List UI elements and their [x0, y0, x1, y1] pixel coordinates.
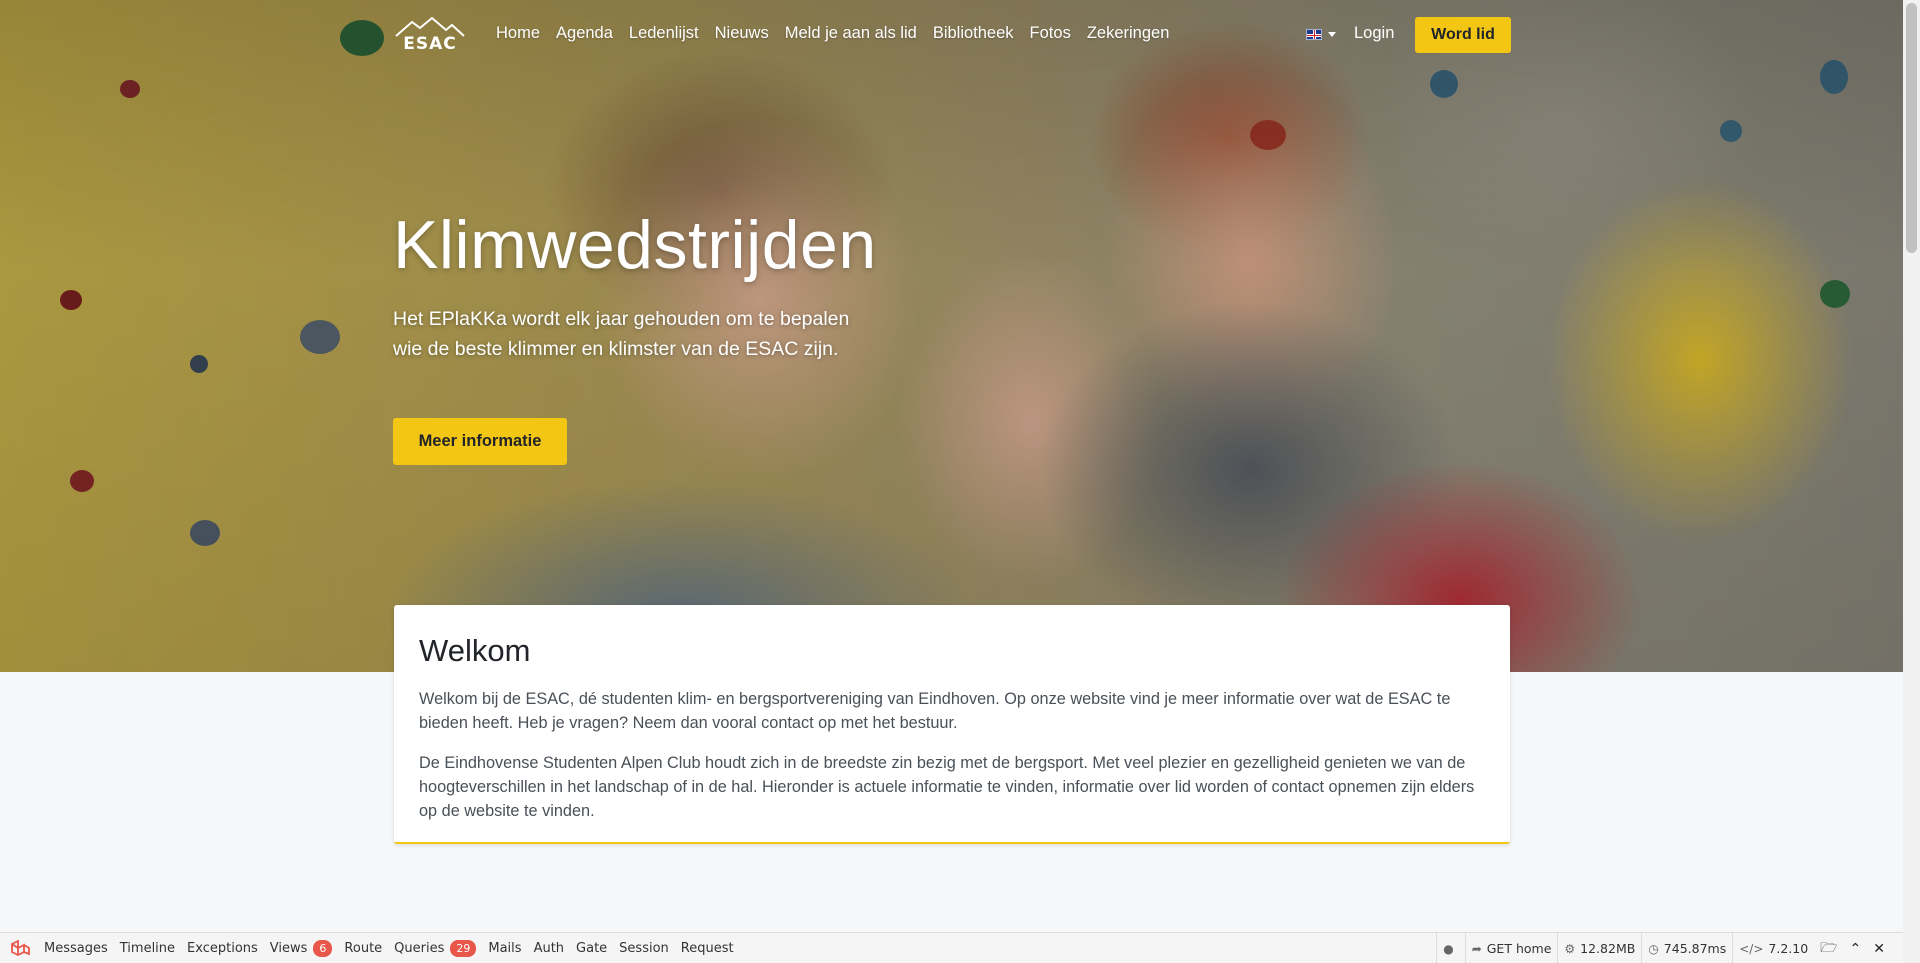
share-icon: ➦: [1471, 941, 1482, 956]
climbing-hold: [60, 290, 82, 310]
logo-text: ESAC: [403, 34, 457, 54]
debug-tab-request[interactable]: Request: [681, 941, 734, 956]
login-link[interactable]: Login: [1354, 24, 1394, 43]
climbing-hold: [190, 520, 220, 546]
word-lid-button[interactable]: Word lid: [1415, 17, 1511, 53]
php-version-value: 7.2.10: [1768, 941, 1809, 956]
nav-item-meld-aan[interactable]: Meld je aan als lid: [785, 24, 917, 43]
scrollbar-thumb[interactable]: [1906, 3, 1917, 253]
hero-text: Het EPlaKKa wordt elk jaar gehouden om t…: [393, 308, 850, 360]
nav-item-nieuws[interactable]: Nieuws: [715, 24, 769, 43]
debug-metrics: ● ➦ GET home ⚙ 12.82MB ◷ 745.87ms </> 7.…: [1436, 933, 1891, 963]
meer-informatie-button[interactable]: Meer informatie: [393, 418, 567, 465]
climbing-hold: [1820, 280, 1850, 308]
welcome-paragraph: Welkom bij de ESAC, dé studenten klim- e…: [419, 690, 1451, 732]
debug-memory[interactable]: ⚙ 12.82MB: [1557, 933, 1641, 963]
debug-tab-session[interactable]: Session: [619, 941, 669, 956]
memory-value: 12.82MB: [1580, 941, 1636, 956]
climbing-hold: [1720, 120, 1742, 142]
debug-tab-exceptions[interactable]: Exceptions: [187, 941, 258, 956]
nav-item-ledenlijst[interactable]: Ledenlijst: [629, 24, 699, 43]
debug-tab-label: Views: [269, 941, 308, 956]
debug-tab-gate[interactable]: Gate: [576, 941, 607, 956]
climbing-hold: [1430, 70, 1458, 98]
time-value: 745.87ms: [1663, 941, 1727, 956]
nav-item-zekeringen[interactable]: Zekeringen: [1087, 24, 1170, 43]
debug-tab-mails[interactable]: Mails: [488, 941, 521, 956]
route-value: GET home: [1486, 941, 1552, 956]
debug-time[interactable]: ◷ 745.87ms: [1641, 933, 1732, 963]
caret-down-icon: [1328, 32, 1336, 37]
main-nav: Home Agenda Ledenlijst Nieuws Meld je aa…: [496, 24, 1185, 43]
close-icon[interactable]: ✕: [1867, 941, 1891, 957]
uk-flag-icon: [1306, 29, 1322, 40]
climbing-hold: [1250, 120, 1286, 150]
page-scrollbar[interactable]: [1903, 0, 1920, 963]
hero-background: [0, 0, 1903, 672]
count-badge: 29: [450, 940, 477, 957]
language-dropdown[interactable]: [1306, 29, 1336, 40]
debug-route[interactable]: ➦ GET home: [1464, 933, 1558, 963]
debug-tab-timeline[interactable]: Timeline: [120, 941, 175, 956]
welcome-card: Welkom Welkom bij de ESAC, dé studenten …: [394, 605, 1510, 844]
code-icon: </>: [1739, 941, 1764, 956]
welcome-paragraph: De Eindhovense Studenten Alpen Club houd…: [419, 754, 1475, 820]
cogs-icon: ⚙: [1564, 941, 1576, 956]
debug-tab-views[interactable]: Views 6: [270, 940, 333, 957]
debug-php-version[interactable]: </> 7.2.10: [1732, 933, 1814, 963]
user-icon[interactable]: ●: [1436, 933, 1464, 963]
folder-open-icon[interactable]: 🗁: [1814, 937, 1843, 961]
debug-tab-route[interactable]: Route: [344, 941, 382, 956]
debug-tab-label: Queries: [394, 941, 445, 956]
nav-item-agenda[interactable]: Agenda: [556, 24, 613, 43]
welcome-title: Welkom: [419, 633, 531, 668]
climbing-hold: [70, 470, 94, 492]
debug-bar: Messages Timeline Exceptions Views 6 Rou…: [0, 932, 1903, 963]
climbing-hold: [190, 355, 208, 373]
laravel-logo-icon[interactable]: [10, 939, 30, 958]
climbing-hold: [120, 80, 140, 98]
chevron-up-icon[interactable]: ⌃: [1844, 941, 1868, 957]
nav-item-home[interactable]: Home: [496, 24, 540, 43]
climbing-hold: [300, 320, 340, 354]
esac-logo[interactable]: ESAC: [394, 16, 466, 54]
debug-tabs: Messages Timeline Exceptions Views 6 Rou…: [44, 933, 746, 963]
debug-tab-auth[interactable]: Auth: [534, 941, 564, 956]
nav-item-fotos[interactable]: Fotos: [1030, 24, 1071, 43]
count-badge: 6: [313, 940, 333, 957]
debug-tab-messages[interactable]: Messages: [44, 941, 108, 956]
debug-tab-queries[interactable]: Queries 29: [394, 940, 477, 957]
clock-icon: ◷: [1648, 941, 1659, 956]
navbar: ESAC Home Agenda Ledenlijst Nieuws Meld …: [0, 0, 1903, 68]
nav-item-bibliotheek[interactable]: Bibliotheek: [933, 24, 1014, 43]
hero-title: Klimwedstrijden: [393, 207, 877, 283]
